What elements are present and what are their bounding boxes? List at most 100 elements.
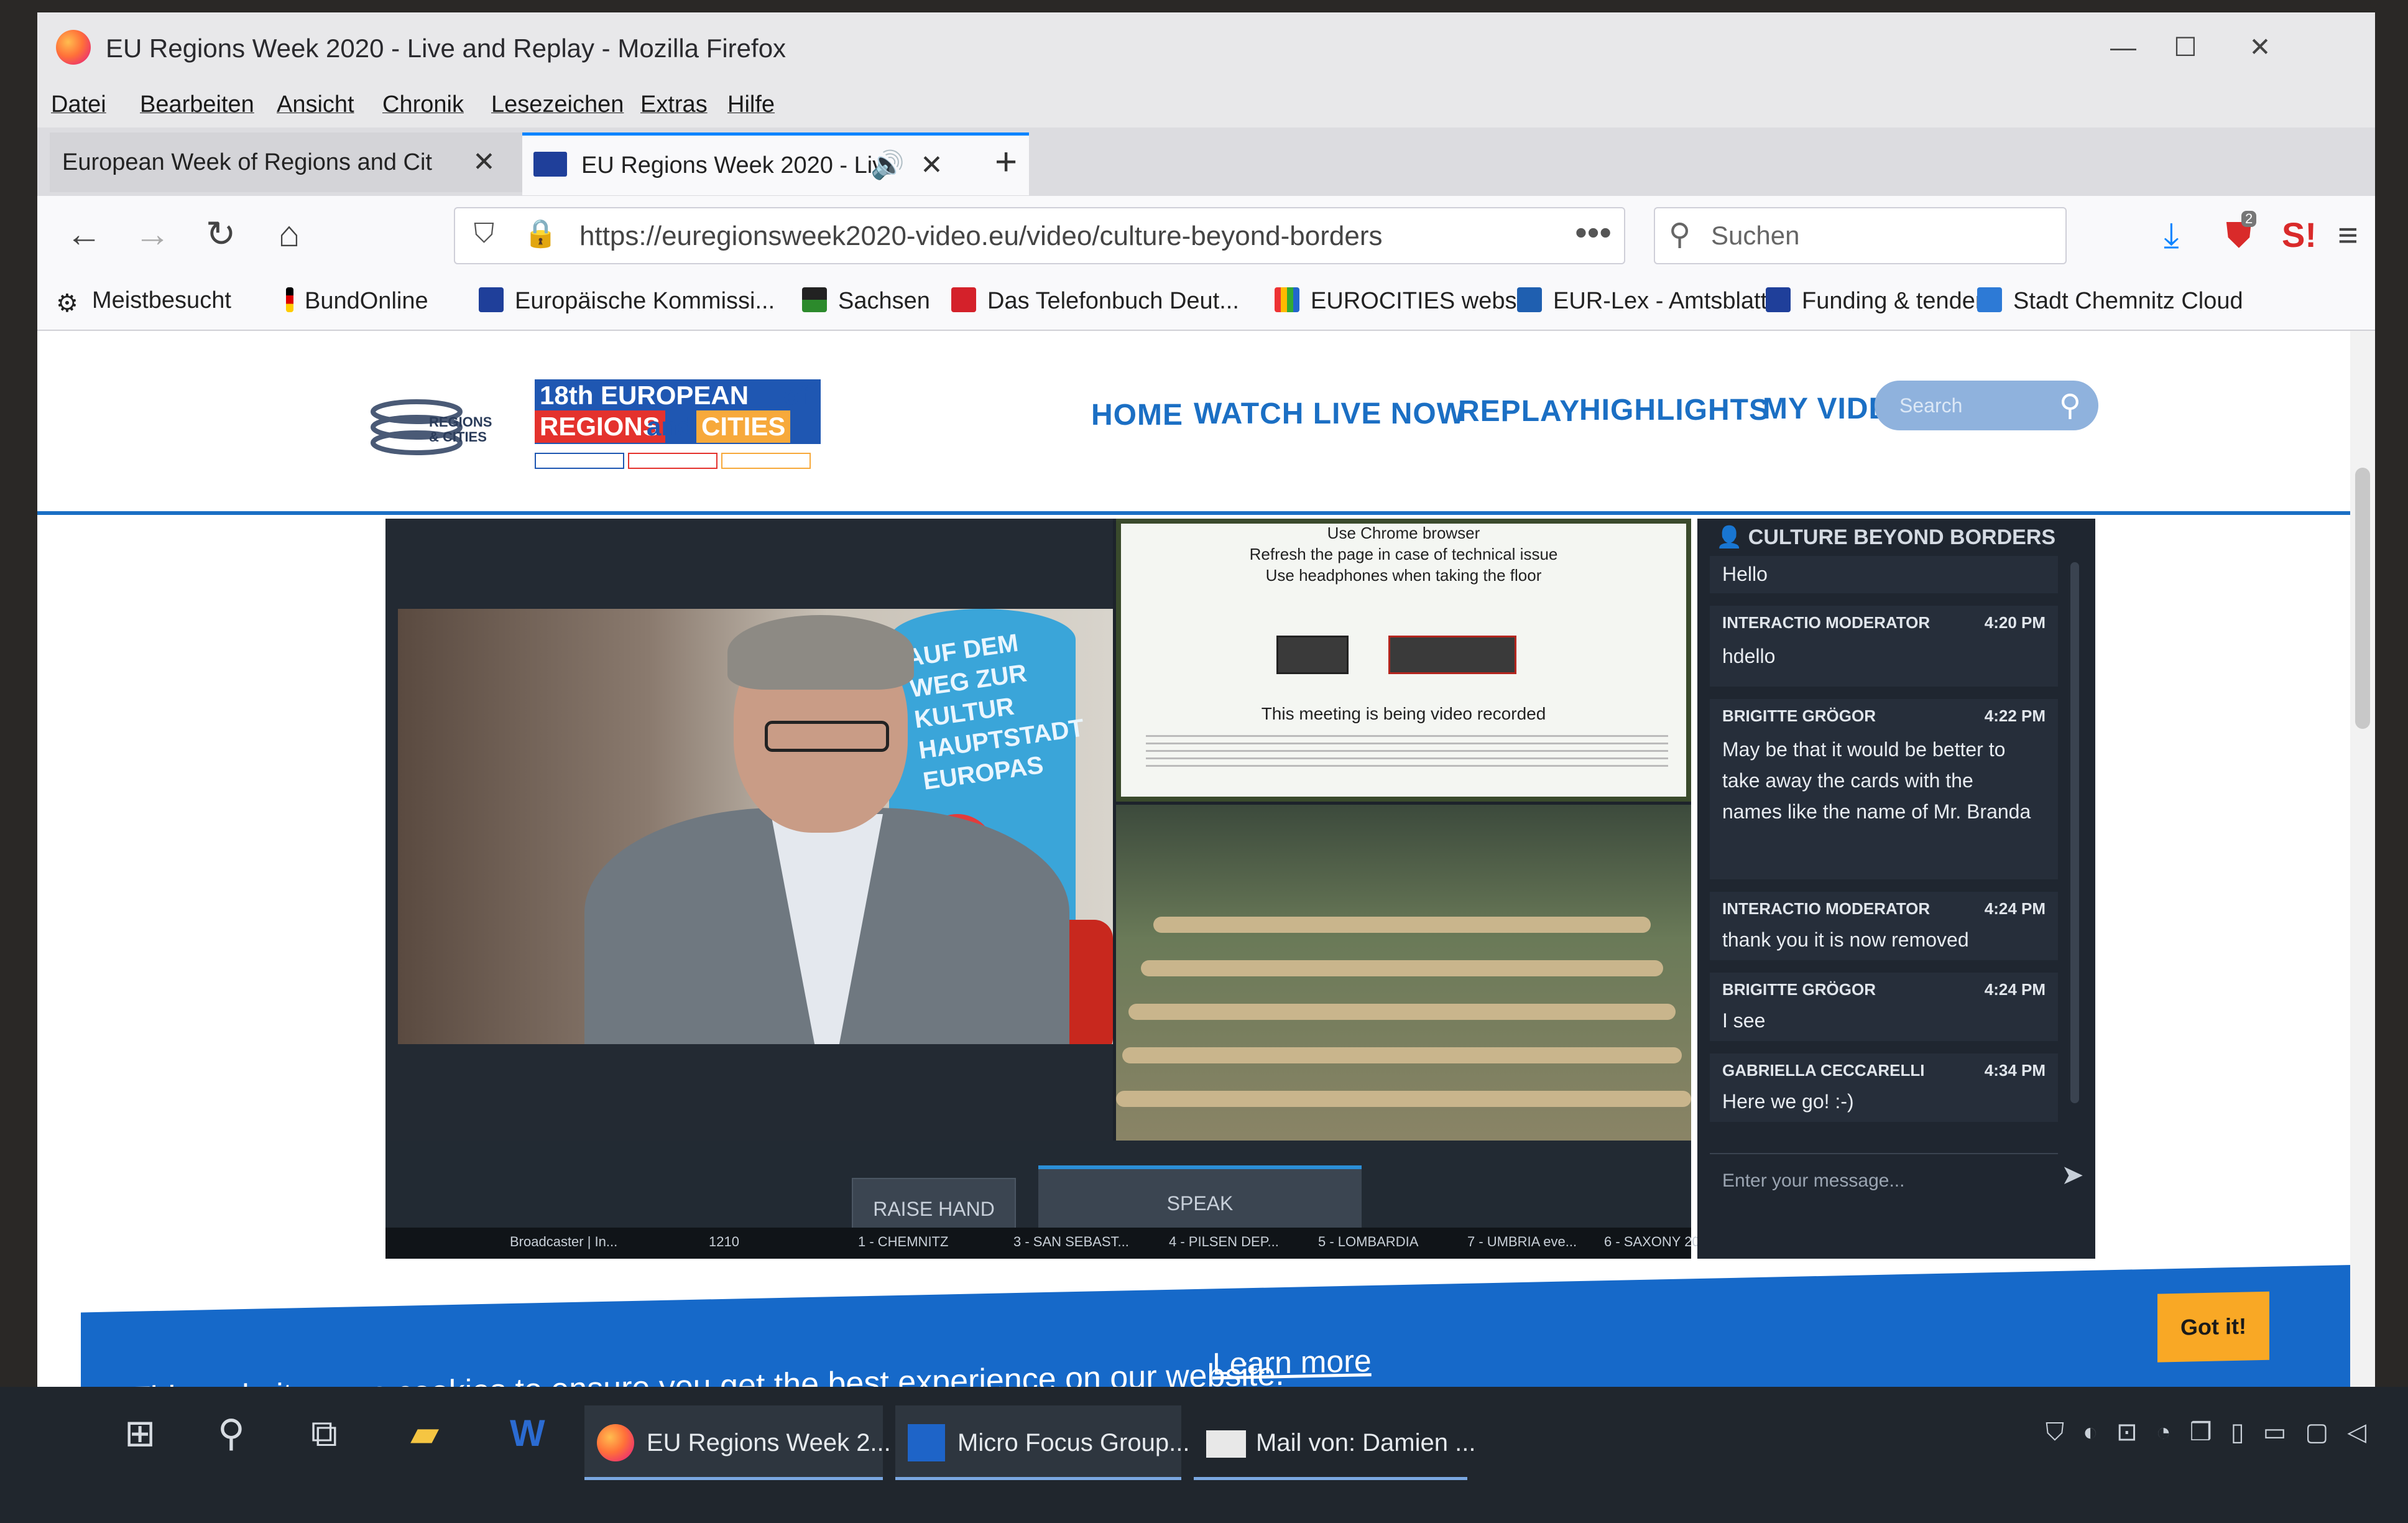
speaker-glasses [765, 721, 889, 752]
search-bar[interactable]: ⚲ Suchen [1654, 207, 2067, 264]
slide-fine-print [1146, 735, 1668, 772]
chat-message: Hello [1710, 556, 2058, 593]
file-explorer-icon[interactable]: ▰ [410, 1412, 439, 1455]
menu-bearbeiten[interactable]: Bearbeiten [140, 91, 254, 118]
learn-more-link[interactable]: Learn more [1212, 1343, 1372, 1382]
speak-button[interactable]: SPEAK [1038, 1165, 1362, 1238]
bookmark-telefonbuch[interactable]: Das Telefonbuch Deut... [951, 287, 1239, 315]
sachsen-crest-icon [802, 287, 827, 312]
tab-european-week[interactable]: European Week of Regions and Cit ✕ [50, 132, 522, 192]
chat-panel: 👤 CULTURE BEYOND BORDERS Hello INTERACTI… [1697, 519, 2095, 1259]
logo-regions: REGIONS [535, 410, 665, 443]
windows-start-icon[interactable]: ⊞ [124, 1412, 155, 1455]
chat-message: BRIGITTE GRÖGOR 4:24 PM I see [1710, 973, 2058, 1041]
search-icon[interactable]: ⚲ [218, 1412, 245, 1455]
bookmark-stadt-chemnitz[interactable]: Stadt Chemnitz Cloud [1977, 287, 2243, 315]
url-bar[interactable]: ⛉ 🔒 https://euregionsweek2020-video.eu/v… [454, 207, 1625, 264]
scrollbar-thumb[interactable] [2355, 468, 2370, 729]
european-week-logo[interactable]: 18th EUROPEAN WEEK of REGIONS and CITIES [535, 379, 821, 473]
banner-text: AUF DEM WEG ZUR KULTUR HAUPTSTADT EUROPA… [903, 629, 1086, 795]
forward-button[interactable]: → [124, 210, 180, 259]
inner-task: 4 - PILSEN DEP... [1169, 1234, 1279, 1249]
maximize-button[interactable]: ☐ [2164, 29, 2207, 66]
home-button[interactable]: ⌂ [261, 210, 317, 259]
slide-raise-hand-image [1276, 636, 1349, 674]
bookmark-sachsen[interactable]: Sachsen [802, 287, 930, 315]
chat-message-input[interactable]: Enter your message... [1710, 1153, 2058, 1204]
chat-message-time: 4:34 PM [1984, 1061, 2046, 1080]
chat-message-time: 4:24 PM [1984, 980, 2046, 999]
chat-message-text: Here we go! :-) [1722, 1090, 1854, 1113]
lock-icon[interactable]: 🔒 [524, 217, 558, 249]
new-tab-button[interactable]: + [995, 132, 1017, 192]
bookmark-eur-lex[interactable]: EUR-Lex - Amtsblatt [1517, 287, 1767, 315]
page-actions-icon[interactable]: ••• [1575, 212, 1612, 252]
bookmark-eurocities[interactable]: EUROCITIES website [1275, 287, 1542, 315]
bookmark-meistbesucht[interactable]: ⚙ Meistbesucht [56, 287, 231, 316]
eurocities-icon [1275, 287, 1299, 312]
nav-highlights[interactable]: HIGHLIGHTS [1579, 393, 1769, 427]
search-icon[interactable]: ⚲ [2059, 388, 2081, 423]
minimize-button[interactable]: — [2101, 29, 2145, 66]
close-tab-icon[interactable]: ✕ [473, 132, 496, 192]
hamburger-menu-icon[interactable]: ≡ [2338, 215, 2358, 255]
cookie-banner: This website uses cookies to ensure you … [81, 1264, 2363, 1405]
reload-button[interactable]: ↻ [193, 210, 249, 259]
video-player[interactable]: AUF DEM WEG ZUR KULTUR HAUPTSTADT EUROPA… [385, 519, 1711, 1259]
eu-flag-icon [533, 152, 567, 177]
site-search-placeholder: Search [1899, 394, 1963, 417]
word-icon[interactable]: W [510, 1412, 545, 1455]
taskbar-firefox-task[interactable]: EU Regions Week 2... [584, 1405, 891, 1480]
got-it-button[interactable]: Got it! [2157, 1291, 2269, 1363]
site-search-input[interactable]: Search ⚲ [1875, 381, 2098, 430]
nav-watch-live-now[interactable]: WATCH LIVE NOW [1194, 397, 1465, 431]
info-slide-pane: Use Chrome browser Refresh the page in c… [1116, 519, 1691, 802]
chat-message: INTERACTIO MODERATOR 4:24 PM thank you i… [1710, 892, 2058, 960]
taskbar-mail-task[interactable]: Mail von: Damien ... [1194, 1405, 1475, 1480]
chat-message-text: thank you it is now removed [1722, 928, 1969, 951]
tracking-shield-icon[interactable]: ⛉ [474, 218, 494, 249]
chat-message-text: Hello [1722, 563, 1768, 585]
nav-replay[interactable]: REPLAY [1458, 394, 1580, 428]
close-tab-icon[interactable]: ✕ [920, 136, 943, 195]
send-icon[interactable]: ➤ [2061, 1159, 2084, 1191]
slide-recorded-notice: This meeting is being video recorded [1261, 704, 1546, 723]
speaker-audio-icon[interactable]: 🔊 [870, 136, 905, 195]
url-text[interactable]: https://euregionsweek2020-video.eu/video… [579, 221, 1382, 252]
chat-scrollbar[interactable] [2070, 562, 2079, 1103]
search-icon: ⚲ [1669, 218, 1691, 251]
inner-task: 5 - LOMBARDIA [1318, 1234, 1419, 1249]
system-tray-icons[interactable]: ⛉◐⊡◔❒▯▭▢◁ [2046, 1418, 2385, 1447]
nav-home[interactable]: HOME [1091, 398, 1183, 432]
taskbar-outlook-task[interactable]: Micro Focus Group... [895, 1405, 1189, 1480]
eu-flag-icon [1766, 287, 1791, 312]
tab-eu-regions-week[interactable]: EU Regions Week 2020 - Liv 🔊 ✕ [522, 132, 1029, 195]
page-scrollbar[interactable] [2350, 331, 2375, 1405]
task-view-icon[interactable]: ⧉ [311, 1412, 338, 1455]
desk-row [1122, 1047, 1682, 1063]
site-header: REGIONS & CITIES 18th EUROPEAN WEEK of R… [37, 331, 2363, 515]
desk-row [1153, 917, 1651, 933]
speaker-hair [727, 615, 914, 690]
bookmark-europaeische-kommission[interactable]: Europäische Kommissi... [479, 287, 775, 315]
bookmark-funding-tenders[interactable]: Funding & tenders [1766, 287, 1995, 315]
menu-lesezeichen[interactable]: Lesezeichen [491, 91, 624, 118]
back-button[interactable]: ← [56, 210, 112, 259]
chat-message: INTERACTIO MODERATOR 4:20 PM hdello [1710, 606, 2058, 687]
speaker-webcam-image: AUF DEM WEG ZUR KULTUR HAUPTSTADT EUROPA… [398, 609, 1113, 1044]
download-icon[interactable]: ⤓ [2164, 215, 2179, 256]
menu-ansicht[interactable]: Ansicht [277, 91, 354, 118]
addon-s-icon[interactable]: S! [2282, 215, 2317, 255]
mail-icon [1206, 1430, 1246, 1458]
close-window-button[interactable]: ✕ [2238, 29, 2282, 66]
inner-remote-taskbar: Broadcaster | In... 1210 1 - CHEMNITZ 3 … [385, 1228, 1711, 1259]
menu-datei[interactable]: Datei [51, 91, 106, 118]
menu-hilfe[interactable]: Hilfe [727, 91, 775, 118]
tab-label: European Week of Regions and Cit [62, 149, 432, 175]
bookmark-bundonline[interactable]: BundOnline [286, 287, 428, 315]
logo-cities: CITIES [696, 410, 791, 443]
menu-extras[interactable]: Extras [640, 91, 708, 118]
user-icon: 👤 [1716, 525, 1748, 549]
chat-message-text: May be that it would be better to take a… [1722, 738, 2031, 823]
menu-chronik[interactable]: Chronik [382, 91, 464, 118]
